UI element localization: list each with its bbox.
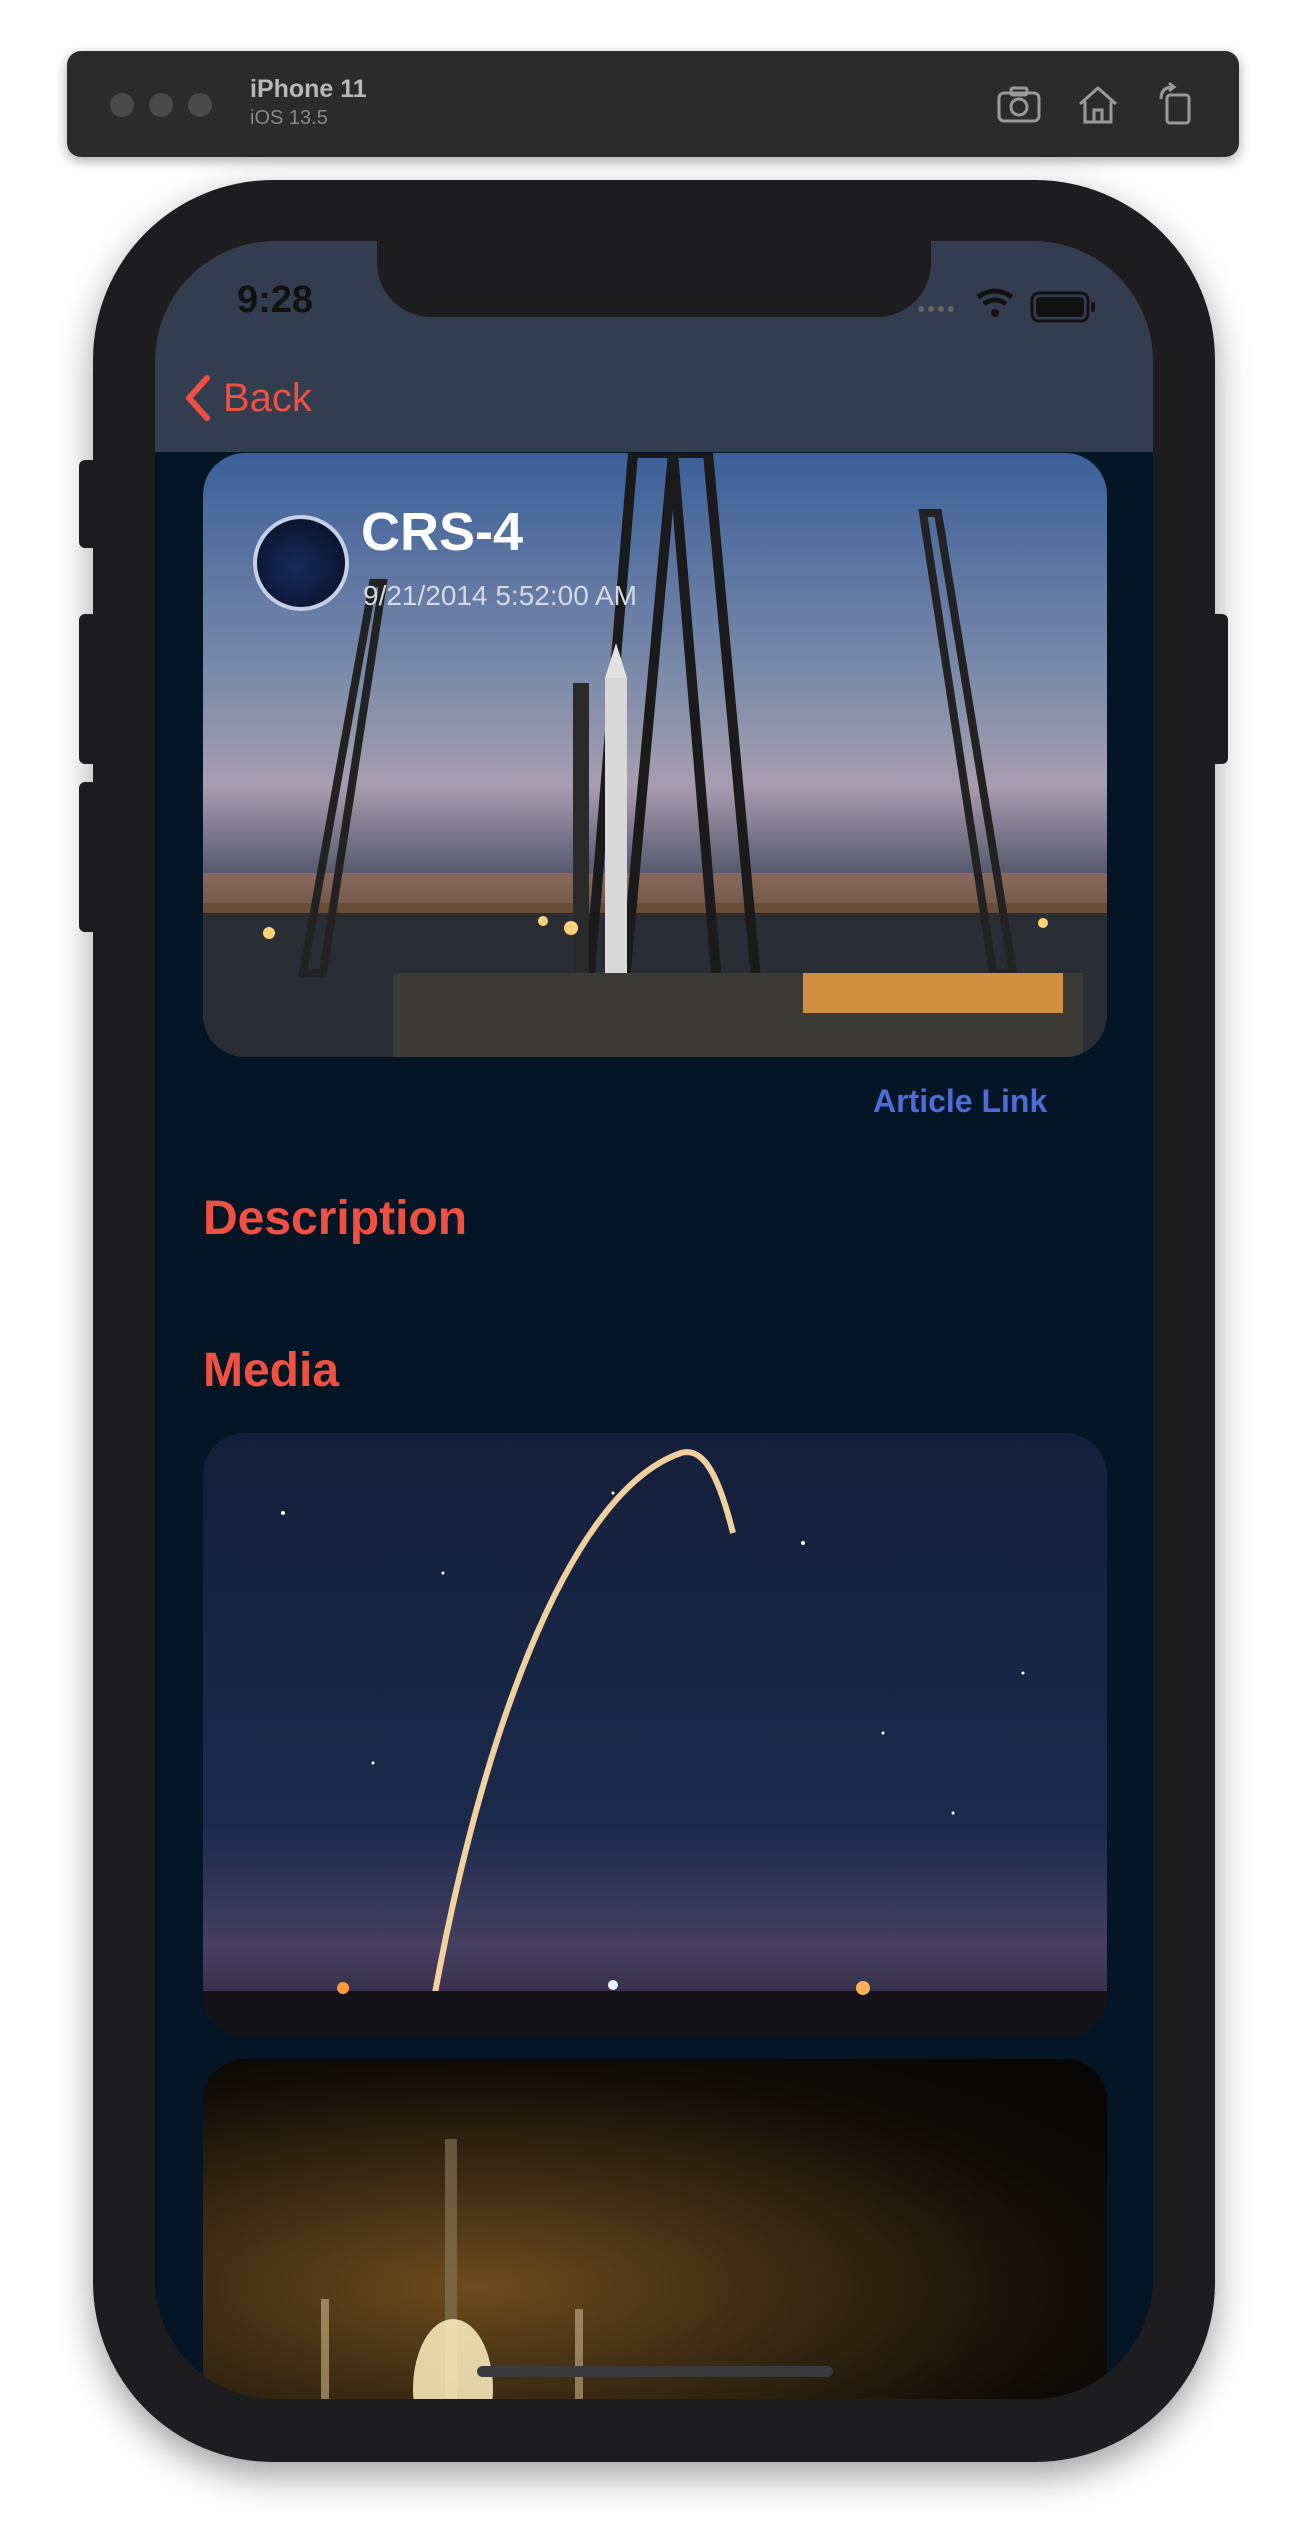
media-image-launch-trail[interactable] <box>203 1433 1107 2037</box>
battery-icon <box>1030 291 1095 323</box>
app-screen: 9:28 Back CRS-4 9/21/2014 5:52:00 AM Art… <box>155 241 1153 2399</box>
mission-patch-icon <box>253 515 349 611</box>
rotate-icon[interactable] <box>1151 79 1203 131</box>
back-button[interactable]: Back <box>185 370 312 426</box>
close-window-button[interactable] <box>110 93 134 117</box>
article-link[interactable]: Article Link <box>873 1083 1047 1120</box>
os-version: iOS 13.5 <box>250 107 328 129</box>
volume-down-button <box>79 782 97 932</box>
launch-hero-image: CRS-4 9/21/2014 5:52:00 AM <box>203 453 1107 1057</box>
chevron-left-icon <box>186 375 210 421</box>
device-name: iPhone 11 <box>250 75 367 103</box>
notch <box>377 241 931 317</box>
launch-date: 9/21/2014 5:52:00 AM <box>363 580 637 611</box>
ring-switch <box>79 460 97 548</box>
minimize-window-button[interactable] <box>149 93 173 117</box>
status-time: 9:28 <box>237 279 314 321</box>
wifi-icon <box>976 288 1014 317</box>
simulator-toolbar: iPhone 11 iOS 13.5 <box>67 51 1239 157</box>
launch-trail-photo <box>203 1449 1107 2037</box>
home-icon[interactable] <box>1072 79 1124 131</box>
back-label: Back <box>223 375 312 420</box>
volume-up-button <box>79 614 97 764</box>
power-button <box>1210 614 1228 764</box>
signal-icon <box>918 306 954 312</box>
status-icons <box>918 288 1095 323</box>
description-heading: Description <box>203 1192 468 1245</box>
media-heading: Media <box>203 1344 340 1397</box>
mission-name: CRS-4 <box>361 502 524 562</box>
home-indicator[interactable] <box>477 2366 833 2377</box>
media-image-night-launch[interactable] <box>203 2059 1107 2399</box>
screenshot-icon[interactable] <box>993 79 1045 131</box>
zoom-window-button[interactable] <box>188 93 212 117</box>
night-launch-photo <box>321 2139 583 2399</box>
